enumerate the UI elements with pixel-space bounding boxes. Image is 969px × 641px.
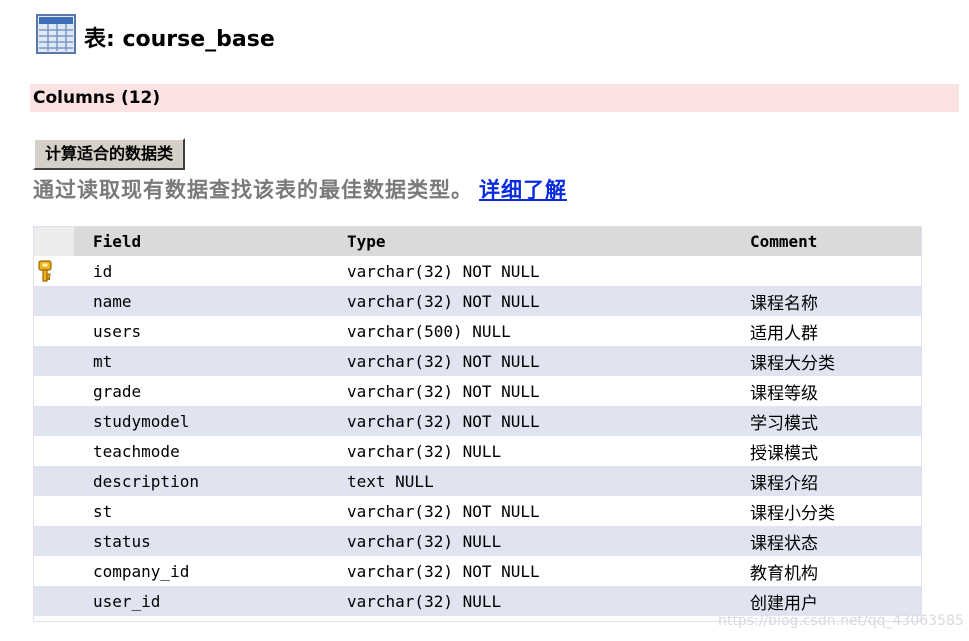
field-column-header[interactable]: Field <box>74 227 327 256</box>
comment-cell: 学习模式 <box>735 406 921 436</box>
key-cell <box>34 586 74 616</box>
type-cell: varchar(32) NOT NULL <box>327 556 735 586</box>
field-cell: grade <box>74 376 327 406</box>
type-cell: varchar(32) NULL <box>327 586 735 616</box>
calculate-data-types-button[interactable]: 计算适合的数据类 <box>33 138 186 170</box>
key-cell <box>34 466 74 496</box>
table-row[interactable]: grade varchar(32) NOT NULL 课程等级 <box>34 376 921 406</box>
table-row[interactable]: user_id varchar(32) NULL 创建用户 <box>34 586 921 616</box>
field-cell: teachmode <box>74 436 327 466</box>
type-cell: text NULL <box>327 466 735 496</box>
comment-column-header[interactable]: Comment <box>735 227 921 256</box>
key-cell <box>34 556 74 586</box>
field-cell: id <box>74 256 327 286</box>
comment-cell: 课程名称 <box>735 286 921 316</box>
columns-table: Field Type Comment id varchar(32) NOT NUL… <box>33 226 922 622</box>
description-line: 通过读取现有数据查找该表的最佳数据类型。 详细了解 <box>33 174 567 204</box>
type-cell: varchar(500) NULL <box>327 316 735 346</box>
table-row[interactable]: name varchar(32) NOT NULL 课程名称 <box>34 286 921 316</box>
type-cell: varchar(32) NULL <box>327 436 735 466</box>
key-cell <box>34 376 74 406</box>
description-text: 通过读取现有数据查找该表的最佳数据类型。 <box>33 178 473 202</box>
field-cell: status <box>74 526 327 556</box>
field-cell: st <box>74 496 327 526</box>
key-cell <box>34 286 74 316</box>
type-cell: varchar(32) NOT NULL <box>327 496 735 526</box>
field-cell: users <box>74 316 327 346</box>
primary-key-icon <box>38 260 52 282</box>
comment-cell: 课程状态 <box>735 526 921 556</box>
watermark: https://blog.csdn.net/qq_43063585 <box>718 613 964 629</box>
table-row[interactable]: company_id varchar(32) NOT NULL 教育机构 <box>34 556 921 586</box>
table-row[interactable]: st varchar(32) NOT NULL 课程小分类 <box>34 496 921 526</box>
key-cell <box>34 316 74 346</box>
key-cell <box>34 436 74 466</box>
comment-cell: 课程介绍 <box>735 466 921 496</box>
table-row[interactable]: description text NULL 课程介绍 <box>34 466 921 496</box>
key-cell <box>34 496 74 526</box>
page-title: 表: course_base <box>84 27 275 52</box>
table-row[interactable]: users varchar(500) NULL 适用人群 <box>34 316 921 346</box>
table-row[interactable]: mt varchar(32) NOT NULL 课程大分类 <box>34 346 921 376</box>
key-cell <box>34 346 74 376</box>
columns-section-header: Columns (12) <box>30 84 959 112</box>
field-cell: studymodel <box>74 406 327 436</box>
comment-cell: 授课模式 <box>735 436 921 466</box>
table-grid-icon <box>36 14 76 54</box>
comment-cell: 创建用户 <box>735 586 921 616</box>
field-cell: user_id <box>74 586 327 616</box>
comment-cell: 课程小分类 <box>735 496 921 526</box>
table-row[interactable]: id varchar(32) NOT NULL <box>34 256 921 286</box>
key-cell <box>34 406 74 436</box>
field-cell: mt <box>74 346 327 376</box>
columns-count-label: Columns (12) <box>33 88 161 108</box>
type-cell: varchar(32) NULL <box>327 526 735 556</box>
type-cell: varchar(32) NOT NULL <box>327 406 735 436</box>
comment-cell <box>735 256 921 286</box>
type-cell: varchar(32) NOT NULL <box>327 376 735 406</box>
type-cell: varchar(32) NOT NULL <box>327 346 735 376</box>
field-cell: description <box>74 466 327 496</box>
learn-more-link[interactable]: 详细了解 <box>479 178 567 202</box>
key-cell <box>34 526 74 556</box>
comment-cell: 课程等级 <box>735 376 921 406</box>
table-row[interactable]: studymodel varchar(32) NOT NULL 学习模式 <box>34 406 921 436</box>
type-cell: varchar(32) NOT NULL <box>327 286 735 316</box>
comment-cell: 课程大分类 <box>735 346 921 376</box>
comment-cell: 适用人群 <box>735 316 921 346</box>
type-cell: varchar(32) NOT NULL <box>327 256 735 286</box>
table-header-row: Field Type Comment <box>34 227 921 256</box>
field-cell: name <box>74 286 327 316</box>
comment-cell: 教育机构 <box>735 556 921 586</box>
table-row[interactable]: status varchar(32) NULL 课程状态 <box>34 526 921 556</box>
key-cell <box>34 256 74 286</box>
field-cell: company_id <box>74 556 327 586</box>
type-column-header[interactable]: Type <box>327 227 735 256</box>
key-column-header <box>34 227 74 256</box>
table-title-row: 表: course_base <box>36 8 275 54</box>
table-row[interactable]: teachmode varchar(32) NULL 授课模式 <box>34 436 921 466</box>
